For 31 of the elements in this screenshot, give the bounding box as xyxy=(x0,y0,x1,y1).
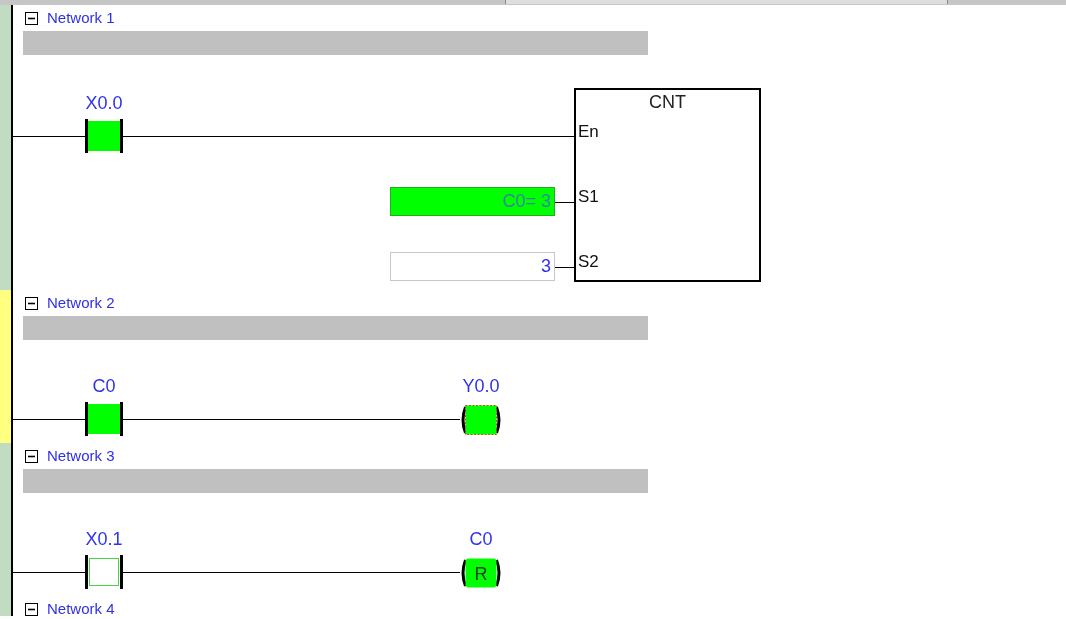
pin-label: En xyxy=(578,123,599,141)
contact[interactable] xyxy=(85,119,123,153)
network-title: Network 1 xyxy=(47,11,115,25)
coil-address: C0 xyxy=(469,529,493,549)
contact-address: C0 xyxy=(92,376,116,396)
network-title: Network 4 xyxy=(47,602,115,616)
pin-wire xyxy=(555,267,574,268)
comment-field[interactable] xyxy=(23,469,648,493)
collapse-icon[interactable] xyxy=(25,602,38,616)
block-title: CNT xyxy=(649,92,686,112)
contact-address: X0.0 xyxy=(85,93,123,113)
network-title: Network 2 xyxy=(47,296,115,310)
collapse-icon[interactable] xyxy=(25,296,38,310)
rung-wire xyxy=(13,572,85,573)
comment-field[interactable] xyxy=(23,316,648,340)
rung-wire xyxy=(13,419,85,420)
contact[interactable] xyxy=(85,555,123,589)
pin-label: S2 xyxy=(578,253,599,271)
comment-field[interactable] xyxy=(23,31,648,55)
collapse-icon[interactable] xyxy=(25,449,38,463)
rung-wire xyxy=(13,136,85,137)
network-title: Network 3 xyxy=(47,449,115,463)
pin-wire xyxy=(555,202,574,203)
collapse-icon[interactable] xyxy=(25,11,38,25)
coil-address: Y0.0 xyxy=(462,376,500,396)
coil[interactable] xyxy=(460,404,502,436)
contact-address: X0.1 xyxy=(85,529,123,549)
operand-field[interactable]: 3 xyxy=(390,252,555,281)
pin-label: S1 xyxy=(578,188,599,206)
function-block[interactable]: CNT En S1 S2 xyxy=(574,88,761,282)
contact[interactable] xyxy=(85,402,123,436)
